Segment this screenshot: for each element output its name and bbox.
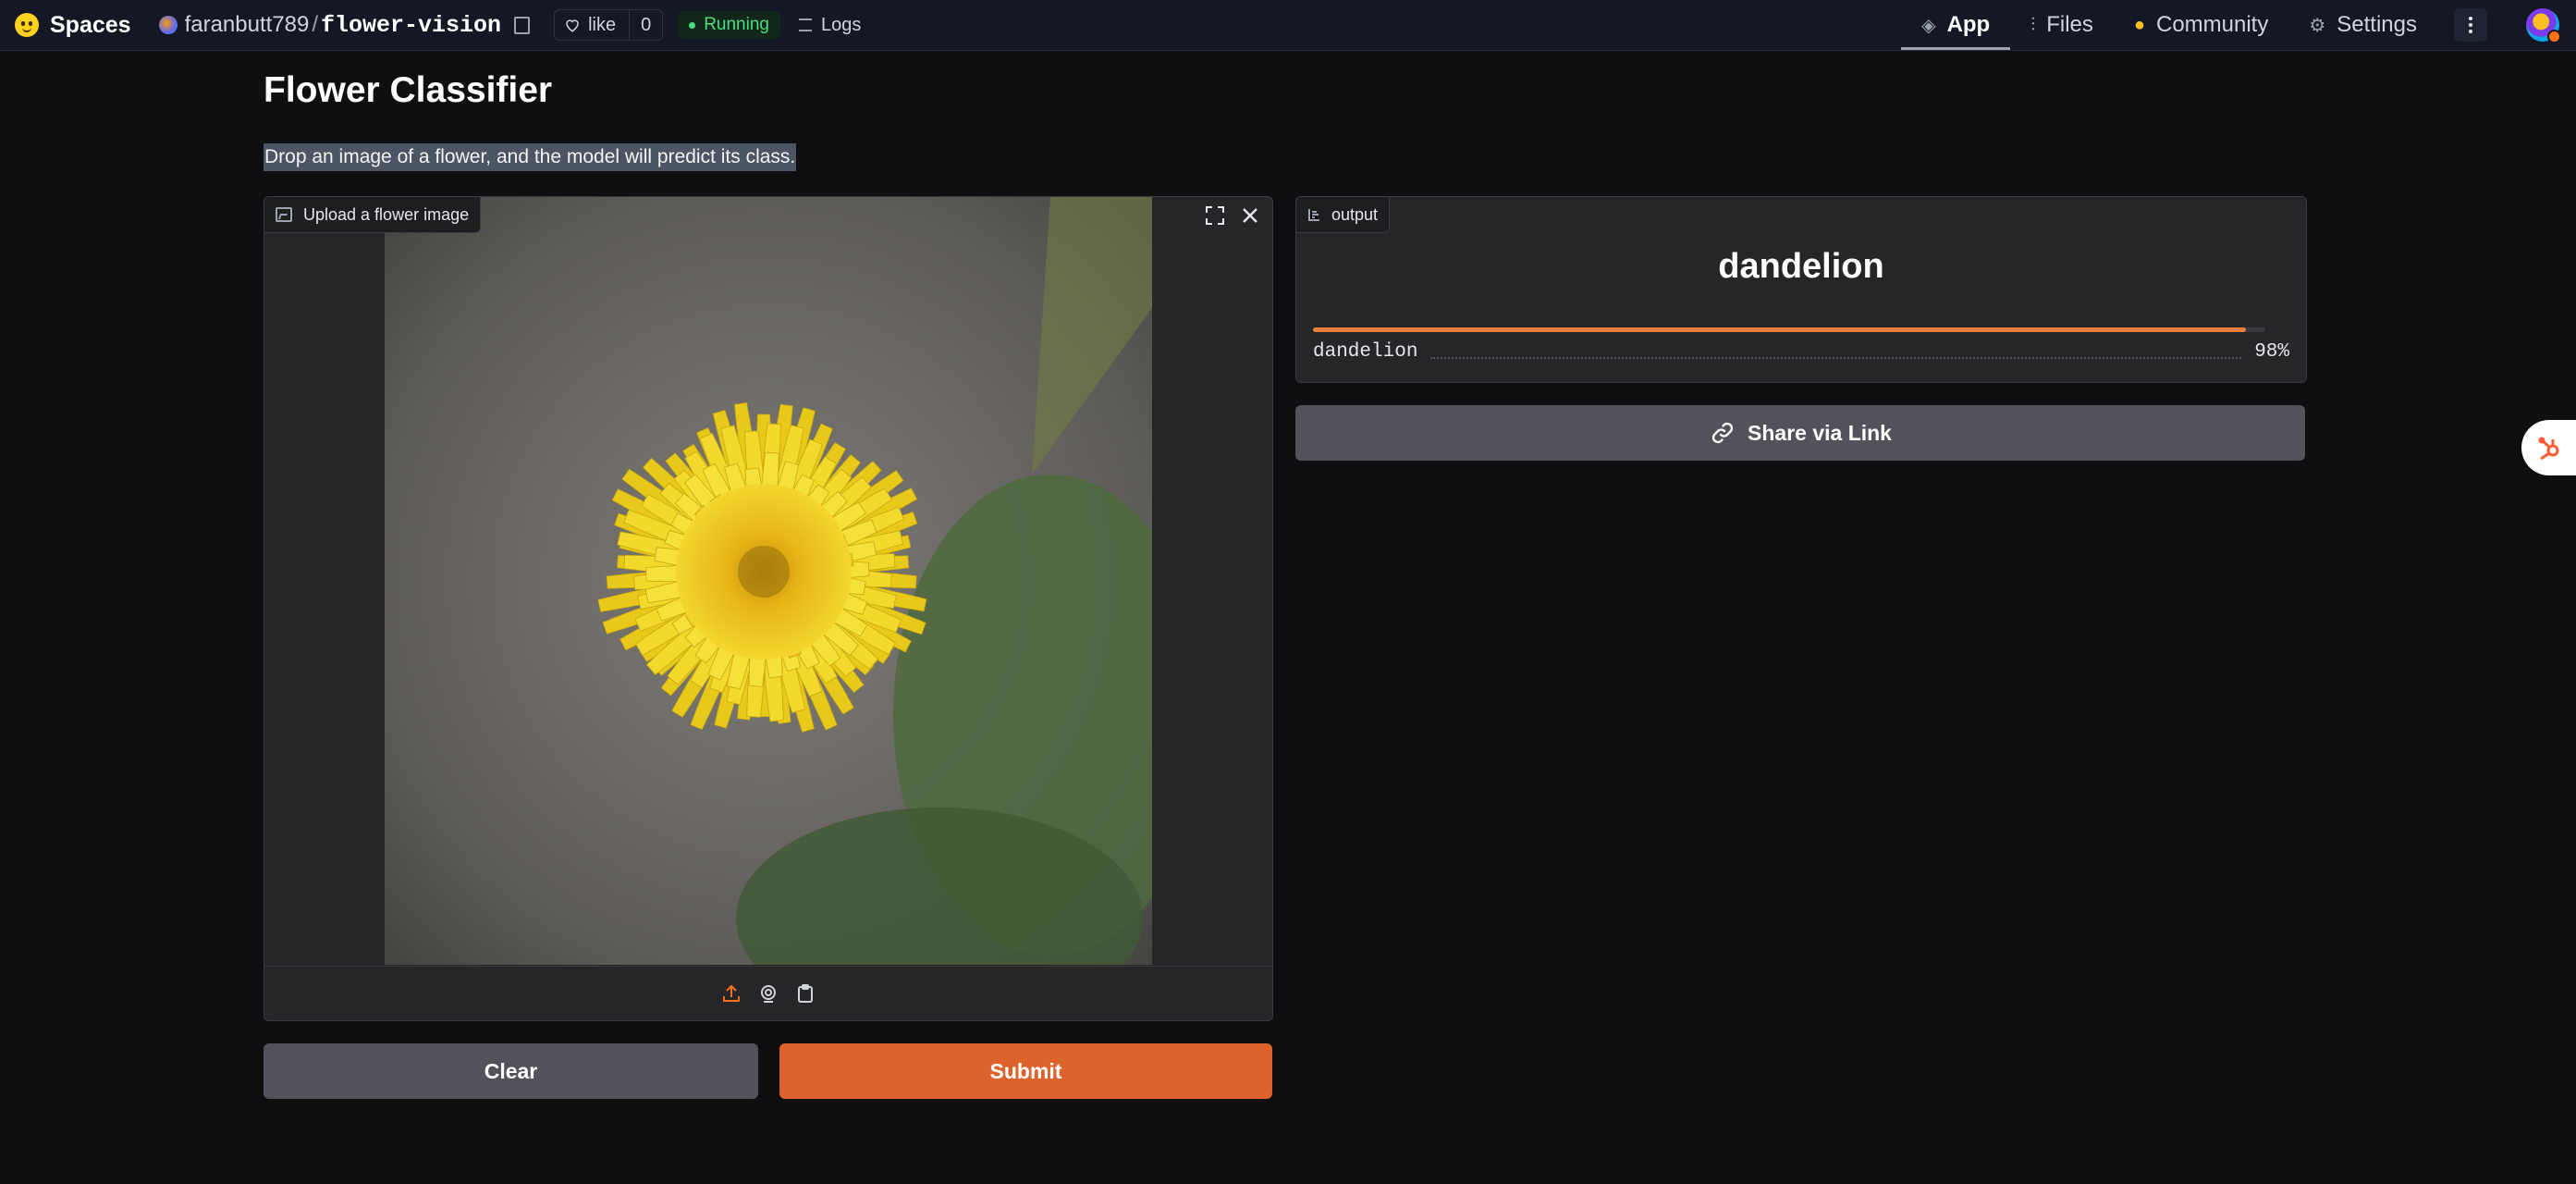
like-button[interactable]: like 0 bbox=[554, 9, 664, 41]
gear-icon: ⚙ bbox=[2309, 15, 2326, 36]
tab-settings-label: Settings bbox=[2337, 12, 2417, 37]
image-icon bbox=[276, 207, 292, 222]
webcam-icon[interactable] bbox=[757, 982, 779, 1005]
output-panel: output dandelion dandelion 98% bbox=[1295, 196, 2307, 383]
output-label: output bbox=[1296, 197, 1391, 233]
image-input-panel[interactable]: Upload a flower image bbox=[264, 196, 1273, 1021]
image-input-label: Upload a flower image bbox=[264, 197, 482, 233]
image-controls bbox=[1202, 203, 1263, 228]
confidence-row[interactable]: dandelion 98% bbox=[1313, 341, 2289, 363]
more-options-icon[interactable] bbox=[2454, 8, 2487, 42]
repo-name-link[interactable]: flower-vision bbox=[321, 12, 501, 39]
dotted-leader bbox=[1430, 356, 2242, 359]
share-via-link-button[interactable]: Share via Link bbox=[1295, 405, 2305, 461]
tab-app[interactable]: ◈ App bbox=[1901, 0, 2011, 50]
tab-files-label: Files bbox=[2046, 12, 2093, 37]
submit-button[interactable]: Submit bbox=[779, 1043, 1272, 1099]
status-label: Running bbox=[704, 15, 769, 34]
confidence-bar bbox=[1313, 327, 2265, 332]
repo-owner-link[interactable]: faranbutt789 bbox=[185, 12, 310, 38]
logs-icon bbox=[798, 18, 812, 31]
like-count: 0 bbox=[629, 10, 662, 40]
clear-button[interactable]: Clear bbox=[264, 1043, 758, 1099]
space-tabs: ◈ App ⫶ Files ● Community ⚙ Settings bbox=[1901, 0, 2576, 50]
tab-settings[interactable]: ⚙ Settings bbox=[2288, 0, 2437, 50]
brand-label: Spaces bbox=[50, 11, 131, 38]
clipboard-icon[interactable] bbox=[794, 982, 816, 1005]
like-label: like bbox=[588, 14, 617, 35]
copy-icon[interactable] bbox=[514, 16, 531, 34]
status-dot-icon bbox=[689, 21, 696, 29]
upload-icon[interactable] bbox=[720, 982, 742, 1005]
tab-app-label: App bbox=[1946, 12, 1991, 37]
label-chart-icon bbox=[1308, 209, 1319, 221]
hubspot-chat-widget-icon[interactable] bbox=[2521, 420, 2576, 475]
breadcrumb-separator: / bbox=[312, 12, 319, 37]
tab-community[interactable]: ● Community bbox=[2114, 0, 2288, 50]
community-icon: ● bbox=[2133, 14, 2145, 35]
confidence-class-label: dandelion bbox=[1313, 341, 1418, 363]
predicted-class: dandelion bbox=[1718, 247, 1884, 286]
cube-icon: ◈ bbox=[1921, 15, 1936, 36]
app-title: Flower Classifier bbox=[264, 70, 553, 110]
files-icon: ⫶ bbox=[2030, 14, 2036, 35]
top-navbar: Spaces faranbutt789 / flower-vision like… bbox=[0, 0, 2576, 51]
owner-avatar bbox=[158, 16, 178, 34]
running-status-badge: Running bbox=[678, 11, 780, 39]
spaces-home-link[interactable]: Spaces bbox=[15, 12, 131, 39]
huggingface-logo-icon bbox=[15, 13, 39, 37]
logs-button[interactable]: Logs bbox=[798, 14, 862, 36]
tab-files[interactable]: ⫶ Files bbox=[2010, 0, 2114, 50]
repo-breadcrumb: faranbutt789 / flower-vision bbox=[158, 12, 531, 39]
image-source-toolbar bbox=[264, 966, 1272, 1020]
fullscreen-icon[interactable] bbox=[1202, 203, 1228, 228]
uploaded-flower-image bbox=[385, 197, 1152, 965]
heart-icon bbox=[566, 19, 579, 32]
image-input-label-text: Upload a flower image bbox=[303, 204, 470, 224]
confidence-bar-fill bbox=[1313, 327, 2247, 332]
user-avatar[interactable] bbox=[2526, 8, 2561, 43]
dandelion-photo bbox=[385, 197, 1152, 965]
output-label-text: output bbox=[1331, 204, 1379, 224]
close-icon[interactable] bbox=[1237, 203, 1263, 228]
logs-label: Logs bbox=[820, 14, 862, 35]
share-label: Share via Link bbox=[1748, 420, 1892, 445]
app-description: Drop an image of a flower, and the model… bbox=[264, 143, 797, 171]
confidence-percent: 98% bbox=[2254, 341, 2289, 363]
tab-community-label: Community bbox=[2155, 12, 2269, 37]
link-icon bbox=[1711, 422, 1734, 444]
